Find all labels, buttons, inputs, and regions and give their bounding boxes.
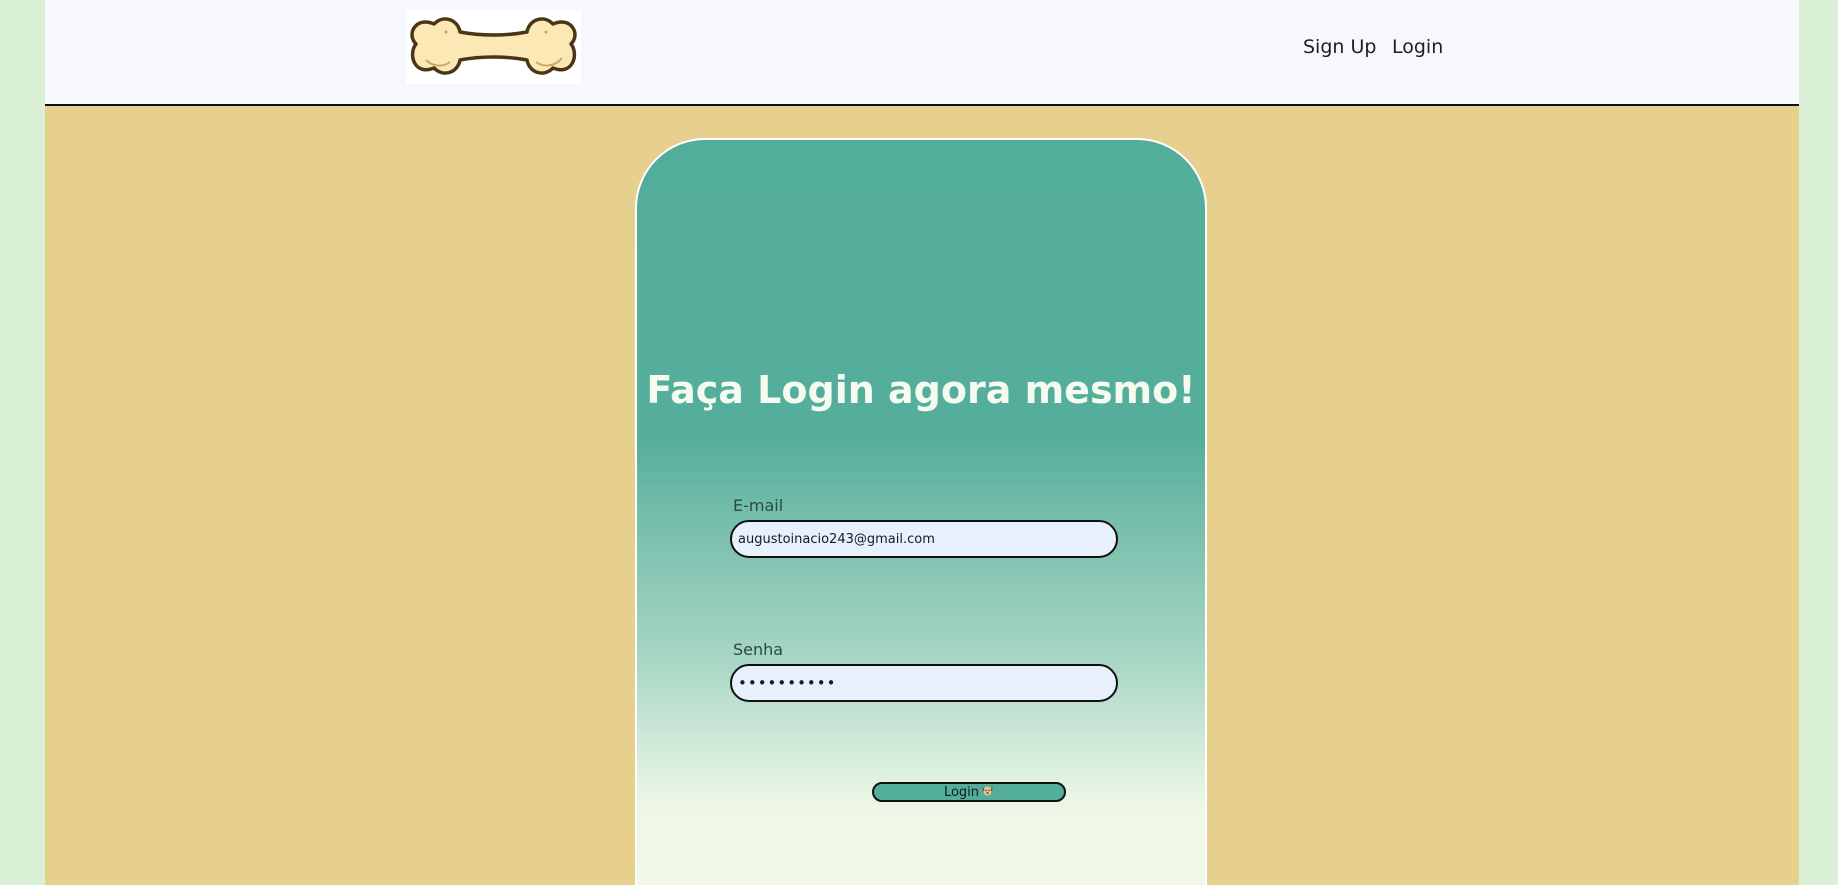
top-navbar: Sign Up Login (45, 0, 1799, 106)
page: Sign Up Login Faça Login agora mesmo! E-… (45, 0, 1799, 885)
dog-icon (981, 784, 994, 800)
password-label: Senha (733, 640, 784, 659)
login-card: Faça Login agora mesmo! E-mail Senha Log… (635, 138, 1207, 885)
email-label: E-mail (733, 496, 784, 515)
email-field[interactable] (730, 520, 1118, 558)
bone-icon (410, 17, 577, 75)
nav-login-link[interactable]: Login (1392, 36, 1443, 58)
login-button-label: Login (943, 784, 980, 800)
nav-signup-link[interactable]: Sign Up (1303, 36, 1376, 58)
password-field[interactable] (730, 664, 1118, 702)
login-submit-button[interactable]: Login (872, 782, 1066, 802)
login-title: Faça Login agora mesmo! (646, 368, 1196, 412)
bone-logo[interactable] (406, 10, 581, 84)
